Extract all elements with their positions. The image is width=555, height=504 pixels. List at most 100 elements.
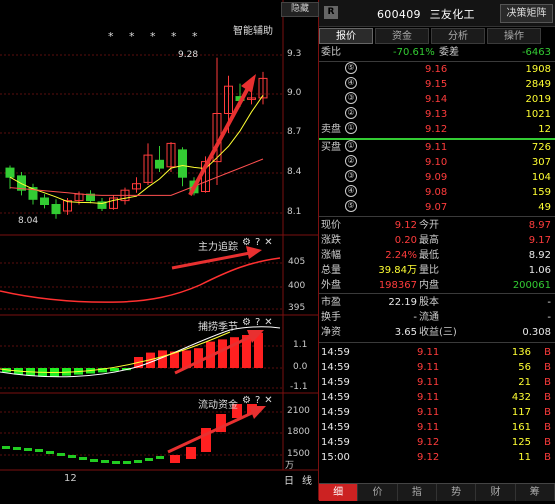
ask-level-row[interactable]: ② 9.13 1021 xyxy=(319,107,555,122)
tick-direction: B xyxy=(544,377,551,388)
ask-level-row[interactable]: ③ 9.14 2019 xyxy=(319,92,555,107)
tab-index[interactable]: 指 xyxy=(398,484,437,501)
level-number: ② xyxy=(345,107,357,119)
bid-volume: 104 xyxy=(531,172,551,183)
tick-direction: B xyxy=(544,422,551,433)
stat-label: 涨幅 xyxy=(321,250,341,261)
level-number: ① xyxy=(345,122,357,134)
trade-tick-row: 14:59 9.12 125 B xyxy=(319,435,555,450)
quote-stat-row: 总量 39.84万 量比 1.06 xyxy=(319,263,555,278)
tick-volume: 117 xyxy=(511,407,531,418)
stat-label: 现价 xyxy=(321,220,341,231)
ind1-tick: 405 xyxy=(288,257,306,267)
bid-volume: 49 xyxy=(538,202,551,213)
level-number: ① xyxy=(345,140,357,152)
bid-level-row[interactable]: ② 9.10 307 xyxy=(319,155,555,170)
indicator-controls[interactable]: ⚙?✕ xyxy=(242,395,277,406)
stock-code: 600409 xyxy=(377,8,421,21)
fund-value: 22.19 xyxy=(388,297,417,308)
stock-name: 三友化工 xyxy=(429,8,475,21)
stock-title: 600409 三友化工 xyxy=(377,6,475,22)
indicator-controls[interactable]: ⚙?✕ xyxy=(242,237,277,248)
candle-body xyxy=(40,197,49,205)
tick-price: 9.11 xyxy=(417,347,440,358)
fundamental-row: 净资 3.65 收益(三) 0.308 xyxy=(319,325,555,340)
tab-trend[interactable]: 势 xyxy=(437,484,477,501)
tick-direction: B xyxy=(544,407,551,418)
bid-level-row[interactable]: 买盘 ① 9.11 726 xyxy=(319,140,555,155)
tick-direction: B xyxy=(544,452,551,463)
bottom-tabs: 细 价 指 势 财 筹 xyxy=(319,483,555,501)
line-button[interactable]: 线 xyxy=(302,472,318,487)
ask-level-row[interactable]: 卖盘 ① 9.12 12 xyxy=(319,122,555,137)
liquidity-mark xyxy=(24,448,32,451)
price-tick: 8.7 xyxy=(287,127,302,137)
tab-funds[interactable]: 资金 xyxy=(375,28,429,44)
fund-label: 股本 xyxy=(419,297,439,308)
tab-detail[interactable]: 细 xyxy=(319,484,359,501)
liquidity-mark xyxy=(13,447,21,450)
stat-value: 8.92 xyxy=(528,250,551,261)
liquidity-mark xyxy=(156,456,164,459)
quote-header: R 600409 三友化工 决策矩阵 xyxy=(319,0,555,27)
trade-tick-row: 14:59 9.11 21 B xyxy=(319,375,555,390)
trade-tick-row: 14:59 9.11 432 B xyxy=(319,390,555,405)
quote-tabs: 报价 资金 分析 操作 xyxy=(319,28,555,44)
fund-label: 净资 xyxy=(321,327,341,338)
trade-tick-row: 14:59 9.11 56 B xyxy=(319,360,555,375)
stat-label: 最低 xyxy=(419,250,439,261)
liquidity-mark xyxy=(123,461,131,464)
ask-volume: 1908 xyxy=(525,64,551,75)
bid-level-row[interactable]: ③ 9.09 104 xyxy=(319,170,555,185)
trade-tick-row: 14:59 9.11 117 B xyxy=(319,405,555,420)
fund-label: 换手 xyxy=(321,312,341,323)
tick-volume: 136 xyxy=(511,347,531,358)
kline-chart[interactable] xyxy=(0,0,318,500)
ask-level-row[interactable]: ④ 9.15 2849 xyxy=(319,77,555,92)
ask-price: 9.13 xyxy=(425,109,448,120)
trade-tick-row: 14:59 9.11 161 B xyxy=(319,420,555,435)
ask-volume: 2019 xyxy=(525,94,551,105)
stat-value: 2.24% xyxy=(385,250,417,261)
liquidity-mark xyxy=(35,449,43,452)
decision-matrix-button[interactable]: 决策矩阵 xyxy=(500,4,553,23)
tick-time: 14:59 xyxy=(321,422,350,433)
trade-tick-row: 14:59 9.11 136 B xyxy=(319,345,555,360)
liquidity-mark xyxy=(134,460,142,463)
tab-quote[interactable]: 报价 xyxy=(319,28,373,44)
level-number: ② xyxy=(345,155,357,167)
ask-level-row[interactable]: ⑤ 9.16 1908 xyxy=(319,62,555,77)
tab-price[interactable]: 价 xyxy=(358,484,398,501)
indicator-main-force xyxy=(0,257,281,303)
price-tick: 8.4 xyxy=(287,167,302,177)
weicha-label: 委差 xyxy=(439,47,459,58)
day-button[interactable]: 日 xyxy=(284,472,300,487)
stat-value: 9.17 xyxy=(528,235,551,246)
fund-label: 流通 xyxy=(419,312,439,323)
quote-stat-row: 涨幅 2.24% 最低 8.92 xyxy=(319,248,555,263)
ask-price: 9.16 xyxy=(425,64,448,75)
sell-label: 卖盘 xyxy=(321,124,341,135)
tab-finance[interactable]: 财 xyxy=(476,484,516,501)
ask-price: 9.14 xyxy=(425,94,448,105)
low-price-label: 8.04 xyxy=(18,216,39,226)
season-bar xyxy=(194,348,203,368)
chart-pane[interactable]: 隐藏 智能辅助 * * * * * 9.28 8.04 9.3 9.0 8.7 … xyxy=(0,0,319,500)
ind2-tick: 1.1 xyxy=(293,340,308,350)
weibi-value: -70.61% xyxy=(393,47,435,58)
smart-assist-label[interactable]: 智能辅助 xyxy=(233,22,273,37)
ask-volume: 1021 xyxy=(525,109,551,120)
bid-price: 9.11 xyxy=(425,142,448,153)
price-tick: 8.1 xyxy=(287,207,302,217)
stat-value: 1.06 xyxy=(528,265,551,276)
hide-button[interactable]: 隐藏 xyxy=(281,2,319,17)
season-bar xyxy=(110,368,119,372)
tab-operate[interactable]: 操作 xyxy=(487,28,541,44)
tab-analysis[interactable]: 分析 xyxy=(431,28,485,44)
bid-level-row[interactable]: ④ 9.08 159 xyxy=(319,185,555,200)
stat-label: 涨跌 xyxy=(321,235,341,246)
indicator-controls[interactable]: ⚙?✕ xyxy=(242,317,277,328)
tab-chips[interactable]: 筹 xyxy=(516,484,555,501)
bid-level-row[interactable]: ⑤ 9.07 49 xyxy=(319,200,555,215)
liquidity-bar xyxy=(186,447,196,459)
